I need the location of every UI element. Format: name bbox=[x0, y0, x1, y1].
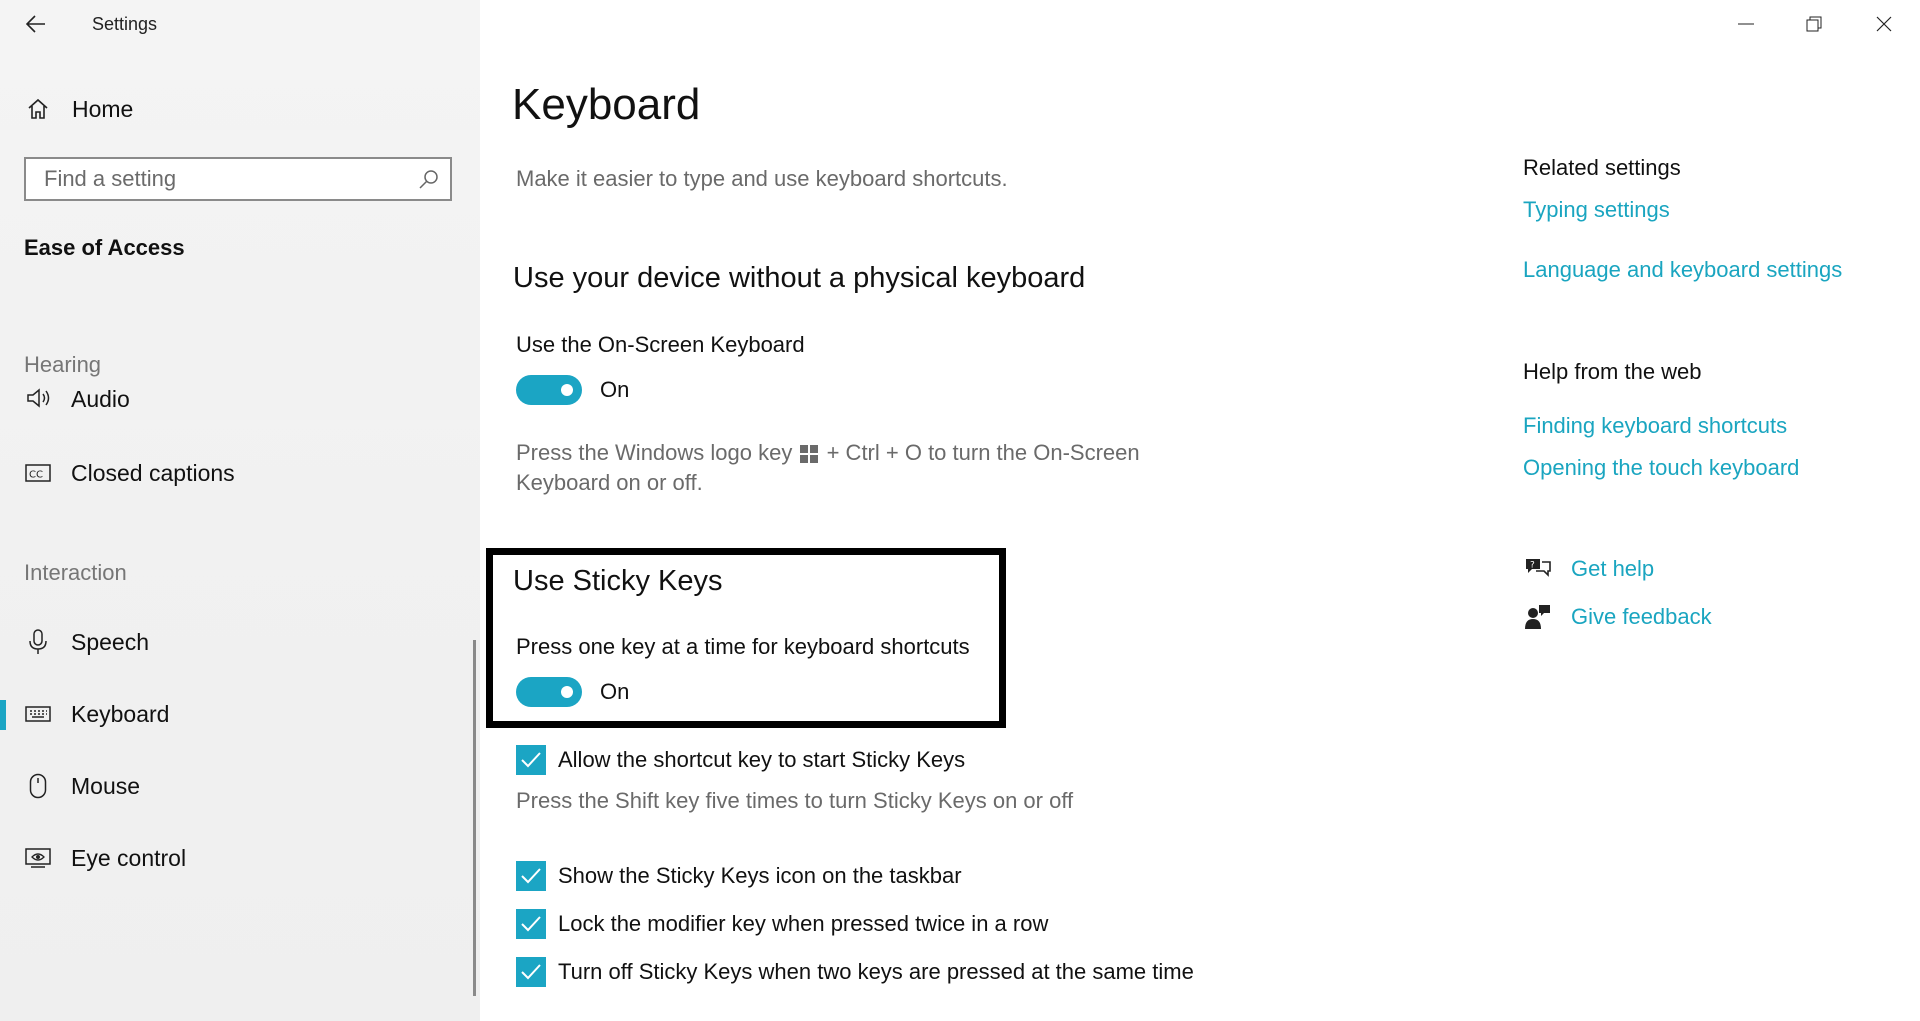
osk-setting-label: Use the On-Screen Keyboard bbox=[516, 332, 805, 357]
osk-hint-part1: Press the Windows logo key bbox=[516, 440, 793, 465]
svg-text:CC: CC bbox=[29, 470, 43, 481]
mouse-icon bbox=[24, 772, 52, 800]
sidebar-item-speech[interactable]: Speech bbox=[0, 614, 470, 670]
svg-text:?: ? bbox=[1530, 561, 1535, 571]
checkbox-allow-shortcut[interactable]: Allow the shortcut key to start Sticky K… bbox=[516, 745, 1218, 775]
give-feedback-link[interactable]: Give feedback bbox=[1523, 601, 1712, 633]
sidebar-item-label: Mouse bbox=[71, 772, 141, 799]
nav-home-label: Home bbox=[72, 95, 134, 122]
checkmark-icon[interactable] bbox=[516, 861, 546, 891]
back-button[interactable] bbox=[18, 8, 54, 40]
sidebar-item-label: Speech bbox=[71, 628, 150, 655]
checkbox-label: Lock the modifier key when pressed twice… bbox=[558, 911, 1049, 936]
sidebar-item-label: Audio bbox=[71, 386, 130, 412]
give-feedback-label: Give feedback bbox=[1571, 604, 1712, 629]
osk-hint: Press the Windows logo key + Ctrl + O to… bbox=[516, 438, 1176, 498]
closed-captions-icon: CC bbox=[24, 459, 52, 487]
sticky-keys-toggle[interactable] bbox=[516, 677, 582, 707]
nav-home[interactable]: Home bbox=[0, 81, 470, 137]
help-from-web-heading: Help from the web bbox=[1523, 359, 1702, 384]
search-icon[interactable] bbox=[418, 169, 440, 191]
get-help-label: Get help bbox=[1571, 556, 1655, 581]
sticky-keys-toggle-state: On bbox=[600, 679, 630, 704]
sidebar-item-label: Closed captions bbox=[71, 459, 235, 486]
get-help-link[interactable]: ? Get help bbox=[1523, 553, 1654, 585]
sidebar-item-label: Keyboard bbox=[71, 700, 170, 727]
windows-logo-icon bbox=[800, 445, 819, 464]
link-opening-touch-keyboard[interactable]: Opening the touch keyboard bbox=[1523, 455, 1799, 481]
sidebar-scrollbar[interactable] bbox=[473, 640, 476, 996]
restore-button[interactable] bbox=[1780, 0, 1848, 48]
sidebar-section-title: Ease of Access bbox=[24, 235, 185, 260]
shortcut-hint: Press the Shift key five times to turn S… bbox=[516, 788, 1074, 813]
back-arrow-icon bbox=[26, 15, 45, 33]
checkmark-icon[interactable] bbox=[516, 745, 546, 775]
close-button[interactable] bbox=[1850, 0, 1918, 48]
osk-toggle-state: On bbox=[600, 377, 630, 402]
link-language-keyboard-settings[interactable]: Language and keyboard settings bbox=[1523, 257, 1842, 283]
search-box[interactable] bbox=[24, 157, 452, 201]
microphone-icon bbox=[24, 628, 52, 656]
keyboard-icon bbox=[24, 700, 52, 728]
link-typing-settings[interactable]: Typing settings bbox=[1523, 197, 1670, 223]
checkbox-label: Turn off Sticky Keys when two keys are p… bbox=[558, 959, 1194, 984]
home-icon bbox=[24, 95, 52, 123]
minimize-icon bbox=[1738, 23, 1754, 25]
title-bar: Settings bbox=[0, 0, 480, 48]
related-settings-heading: Related settings bbox=[1523, 155, 1681, 180]
checkbox-label: Allow the shortcut key to start Sticky K… bbox=[558, 747, 966, 772]
group-header-interaction: Interaction bbox=[24, 560, 127, 585]
checkmark-icon[interactable] bbox=[516, 957, 546, 987]
sidebar-item-keyboard[interactable]: Keyboard bbox=[0, 686, 470, 742]
checkbox-label: Show the Sticky Keys icon on the taskbar bbox=[558, 863, 962, 888]
page-description: Make it easier to type and use keyboard … bbox=[516, 166, 1008, 191]
checkmark-icon[interactable] bbox=[516, 909, 546, 939]
checkbox-lock-modifier[interactable]: Lock the modifier key when pressed twice… bbox=[516, 909, 1218, 939]
restore-icon bbox=[1806, 16, 1822, 32]
checkbox-turn-off-two-keys[interactable]: Turn off Sticky Keys when two keys are p… bbox=[516, 957, 1218, 987]
sidebar-item-audio[interactable]: Audio bbox=[0, 372, 470, 432]
sidebar-item-eye-control[interactable]: Eye control bbox=[0, 830, 470, 886]
osk-toggle[interactable] bbox=[516, 375, 582, 405]
page-title: Keyboard bbox=[512, 80, 701, 129]
minimize-button[interactable] bbox=[1712, 0, 1780, 48]
app-title: Settings bbox=[92, 14, 158, 34]
search-input[interactable] bbox=[42, 165, 406, 193]
sidebar-item-mouse[interactable]: Mouse bbox=[0, 758, 470, 814]
eye-control-icon bbox=[24, 844, 52, 872]
close-icon bbox=[1876, 16, 1892, 32]
checkbox-show-taskbar-icon[interactable]: Show the Sticky Keys icon on the taskbar bbox=[516, 861, 1218, 891]
speaker-icon bbox=[24, 384, 52, 412]
section-heading-osk: Use your device without a physical keybo… bbox=[513, 262, 1086, 294]
sidebar-item-label: Eye control bbox=[71, 844, 187, 871]
section-heading-sticky-keys: Use Sticky Keys bbox=[513, 565, 723, 597]
get-help-icon: ? bbox=[1523, 554, 1553, 584]
sticky-keys-setting-label: Press one key at a time for keyboard sho… bbox=[516, 634, 970, 659]
link-finding-keyboard-shortcuts[interactable]: Finding keyboard shortcuts bbox=[1523, 413, 1787, 439]
sidebar-item-closed-captions[interactable]: CC Closed captions bbox=[0, 445, 470, 501]
give-feedback-icon bbox=[1523, 602, 1553, 632]
sidebar: Settings Home Ease of Access Hearing Aud… bbox=[0, 0, 480, 1021]
